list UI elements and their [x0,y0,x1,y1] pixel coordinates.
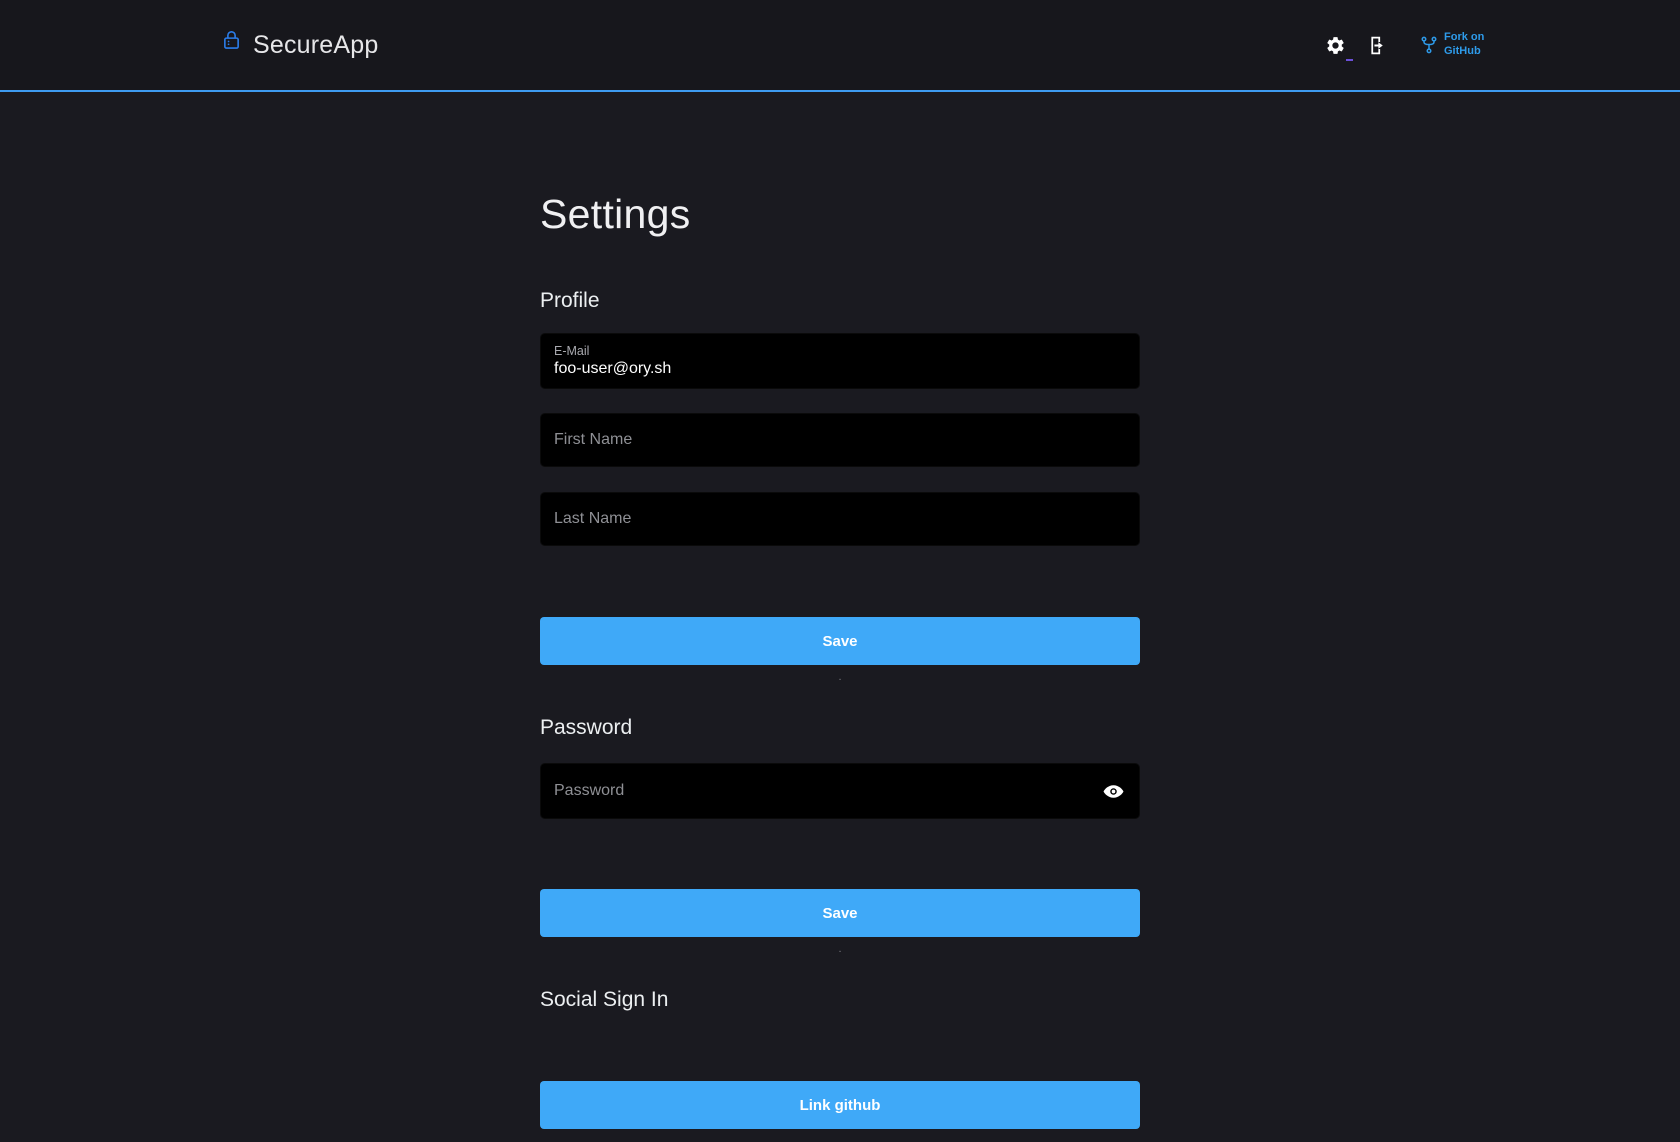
social-sign-in-section: Social Sign In Link github [540,987,1140,1129]
git-fork-icon [1419,34,1439,56]
password-input[interactable] [554,782,1088,800]
social-sign-in-heading: Social Sign In [540,987,1140,1013]
header-actions: Fork on GitHub [1321,31,1490,59]
password-field[interactable] [540,763,1140,819]
profile-heading: Profile [540,288,1140,314]
link-github-button[interactable]: Link github [540,1081,1140,1129]
logout-icon [1367,35,1388,56]
first-name-input[interactable] [554,431,1126,449]
password-note-dot: . [540,943,1140,955]
password-save-button[interactable]: Save [540,889,1140,937]
profile-section: Profile E-Mail Save . [540,288,1140,683]
email-field[interactable]: E-Mail [540,333,1140,389]
settings-gear-button[interactable] [1321,31,1349,59]
password-section: Password Save . [540,715,1140,955]
app-title: SecureApp [253,31,379,60]
gear-icon [1325,35,1346,56]
first-name-field[interactable] [540,413,1140,467]
eye-icon [1102,780,1125,803]
password-heading: Password [540,715,1140,741]
brand: SecureApp [222,31,379,60]
app-header: SecureApp [0,0,1680,92]
last-name-input[interactable] [554,510,1126,528]
toggle-password-visibility-button[interactable] [1100,778,1126,804]
profile-save-button[interactable]: Save [540,617,1140,665]
fork-on-github-link[interactable]: Fork on GitHub [1419,31,1490,59]
last-name-field[interactable] [540,492,1140,546]
profile-note-dot: . [540,671,1140,683]
email-field-label: E-Mail [554,344,1126,358]
settings-page: Settings Profile E-Mail Save . Password [540,190,1140,1129]
logout-button[interactable] [1363,31,1391,59]
email-input[interactable] [554,360,1126,378]
fork-on-github-label: Fork on GitHub [1444,31,1490,59]
page-title: Settings [540,190,1140,238]
cursor-underscore-artifact [1346,59,1353,61]
lock-icon [222,29,241,52]
